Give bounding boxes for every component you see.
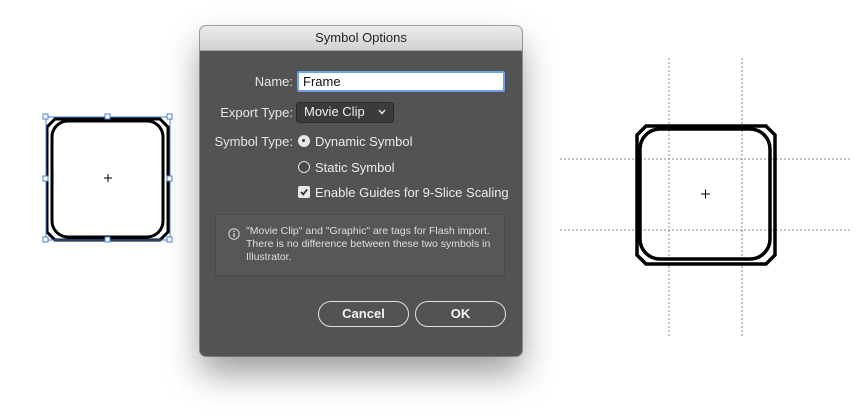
radio-unchecked-icon[interactable] (298, 161, 310, 173)
enable-guides-checkbox[interactable]: Enable Guides for 9-Slice Scaling (298, 184, 509, 200)
export-type-label: Export Type: (220, 105, 293, 120)
center-point-icon (701, 189, 710, 199)
info-icon (228, 228, 240, 240)
export-type-select[interactable]: Movie Clip (296, 102, 394, 123)
checkmark-icon[interactable] (298, 186, 310, 198)
enable-guides-label: Enable Guides for 9-Slice Scaling (315, 184, 509, 200)
dynamic-symbol-radio[interactable]: Dynamic Symbol (298, 133, 413, 149)
name-label: Name: (254, 74, 293, 89)
name-input[interactable] (297, 71, 505, 92)
selected-frame-artwork[interactable] (38, 110, 178, 250)
radio-checked-icon[interactable] (298, 135, 310, 147)
export-type-value: Movie Clip (304, 104, 365, 119)
symbol-options-dialog: Symbol Options Name: Export Type: Movie … (200, 26, 522, 356)
info-text: "Movie Clip" and "Graphic" are tags for … (246, 225, 491, 263)
chevron-down-icon (378, 109, 386, 115)
ok-button[interactable]: OK (415, 301, 506, 327)
nine-slice-preview-artwork (560, 58, 852, 338)
static-symbol-radio[interactable]: Static Symbol (298, 159, 394, 175)
cancel-button[interactable]: Cancel (318, 301, 409, 327)
symbol-type-label: Symbol Type: (214, 134, 293, 149)
info-box: "Movie Clip" and "Graphic" are tags for … (215, 214, 505, 276)
static-symbol-label: Static Symbol (315, 159, 395, 175)
center-point-icon (104, 174, 112, 182)
dialog-title: Symbol Options (200, 26, 522, 51)
dynamic-symbol-label: Dynamic Symbol (315, 133, 413, 149)
